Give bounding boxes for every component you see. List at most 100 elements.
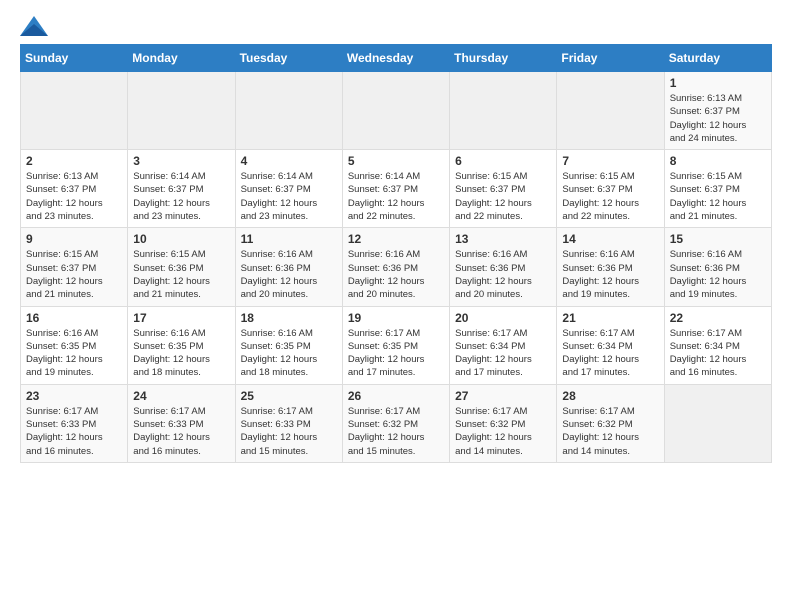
page-header (20, 16, 772, 36)
calendar-cell: 13 Sunrise: 6:16 AM Sunset: 6:36 PM Dayli… (450, 228, 557, 306)
weekday-header-saturday: Saturday (664, 45, 771, 72)
day-info: Sunrise: 6:17 AM Sunset: 6:32 PM Dayligh… (348, 405, 444, 458)
day-number: 18 (241, 311, 337, 325)
day-number: 14 (562, 232, 658, 246)
day-info: Sunrise: 6:16 AM Sunset: 6:36 PM Dayligh… (348, 248, 444, 301)
calendar-cell: 19Sunrise: 6:17 AM Sunset: 6:35 PM Dayli… (342, 306, 449, 384)
day-info: Sunrise: 6:17 AM Sunset: 6:34 PM Dayligh… (670, 327, 766, 380)
day-number: 3 (133, 154, 229, 168)
calendar-cell (557, 72, 664, 150)
day-info: Sunrise: 6:15 AM Sunset: 6:37 PM Dayligh… (562, 170, 658, 223)
weekday-header-thursday: Thursday (450, 45, 557, 72)
weekday-header-monday: Monday (128, 45, 235, 72)
day-number: 2 (26, 154, 122, 168)
calendar-cell: 16 Sunrise: 6:16 AM Sunset: 6:35 PM Dayli… (21, 306, 128, 384)
calendar-cell: 9Sunrise: 6:15 AM Sunset: 6:37 PM Daylig… (21, 228, 128, 306)
day-info: Sunrise: 6:17 AM Sunset: 6:34 PM Dayligh… (455, 327, 551, 380)
day-number: 27 (455, 389, 551, 403)
day-number: 28 (562, 389, 658, 403)
day-number: 1 (670, 76, 766, 90)
weekday-header-sunday: Sunday (21, 45, 128, 72)
day-info: Sunrise: 6:17 AM Sunset: 6:33 PM Dayligh… (26, 405, 122, 458)
day-info: Sunrise: 6:14 AM Sunset: 6:37 PM Dayligh… (348, 170, 444, 223)
calendar-cell: 12Sunrise: 6:16 AM Sunset: 6:36 PM Dayli… (342, 228, 449, 306)
calendar-cell: 6 Sunrise: 6:15 AM Sunset: 6:37 PM Daylig… (450, 150, 557, 228)
day-number: 13 (455, 232, 551, 246)
calendar-week-1: 1 Sunrise: 6:13 AM Sunset: 6:37 PM Daylig… (21, 72, 772, 150)
day-number: 15 (670, 232, 766, 246)
calendar-cell: 26 Sunrise: 6:17 AM Sunset: 6:32 PM Dayli… (342, 384, 449, 462)
calendar-cell: 2 Sunrise: 6:13 AM Sunset: 6:37 PM Daylig… (21, 150, 128, 228)
day-number: 5 (348, 154, 444, 168)
calendar-cell: 24 Sunrise: 6:17 AM Sunset: 6:33 PM Dayli… (128, 384, 235, 462)
day-number: 7 (562, 154, 658, 168)
day-number: 24 (133, 389, 229, 403)
calendar-week-4: 16 Sunrise: 6:16 AM Sunset: 6:35 PM Dayli… (21, 306, 772, 384)
calendar: SundayMondayTuesdayWednesdayThursdayFrid… (20, 44, 772, 463)
day-info: Sunrise: 6:16 AM Sunset: 6:36 PM Dayligh… (670, 248, 766, 301)
calendar-week-5: 23 Sunrise: 6:17 AM Sunset: 6:33 PM Dayli… (21, 384, 772, 462)
calendar-week-2: 2 Sunrise: 6:13 AM Sunset: 6:37 PM Daylig… (21, 150, 772, 228)
calendar-cell (128, 72, 235, 150)
calendar-cell: 25 Sunrise: 6:17 AM Sunset: 6:33 PM Dayli… (235, 384, 342, 462)
day-info: Sunrise: 6:16 AM Sunset: 6:35 PM Dayligh… (241, 327, 337, 380)
calendar-week-3: 9Sunrise: 6:15 AM Sunset: 6:37 PM Daylig… (21, 228, 772, 306)
calendar-cell (21, 72, 128, 150)
calendar-cell: 3 Sunrise: 6:14 AM Sunset: 6:37 PM Daylig… (128, 150, 235, 228)
day-number: 20 (455, 311, 551, 325)
day-info: Sunrise: 6:17 AM Sunset: 6:34 PM Dayligh… (562, 327, 658, 380)
day-info: Sunrise: 6:16 AM Sunset: 6:36 PM Dayligh… (562, 248, 658, 301)
day-info: Sunrise: 6:14 AM Sunset: 6:37 PM Dayligh… (133, 170, 229, 223)
day-number: 17 (133, 311, 229, 325)
day-info: Sunrise: 6:13 AM Sunset: 6:37 PM Dayligh… (26, 170, 122, 223)
day-number: 26 (348, 389, 444, 403)
day-number: 8 (670, 154, 766, 168)
calendar-cell (342, 72, 449, 150)
day-info: Sunrise: 6:16 AM Sunset: 6:35 PM Dayligh… (133, 327, 229, 380)
calendar-cell: 20 Sunrise: 6:17 AM Sunset: 6:34 PM Dayli… (450, 306, 557, 384)
day-info: Sunrise: 6:15 AM Sunset: 6:37 PM Dayligh… (455, 170, 551, 223)
day-number: 11 (241, 232, 337, 246)
calendar-cell: 23 Sunrise: 6:17 AM Sunset: 6:33 PM Dayli… (21, 384, 128, 462)
calendar-cell: 4Sunrise: 6:14 AM Sunset: 6:37 PM Daylig… (235, 150, 342, 228)
calendar-cell: 14 Sunrise: 6:16 AM Sunset: 6:36 PM Dayli… (557, 228, 664, 306)
day-info: Sunrise: 6:17 AM Sunset: 6:33 PM Dayligh… (133, 405, 229, 458)
day-info: Sunrise: 6:15 AM Sunset: 6:37 PM Dayligh… (26, 248, 122, 301)
calendar-cell: 15 Sunrise: 6:16 AM Sunset: 6:36 PM Dayli… (664, 228, 771, 306)
day-info: Sunrise: 6:17 AM Sunset: 6:32 PM Dayligh… (562, 405, 658, 458)
day-info: Sunrise: 6:16 AM Sunset: 6:36 PM Dayligh… (241, 248, 337, 301)
day-info: Sunrise: 6:17 AM Sunset: 6:32 PM Dayligh… (455, 405, 551, 458)
calendar-cell: 5 Sunrise: 6:14 AM Sunset: 6:37 PM Daylig… (342, 150, 449, 228)
day-info: Sunrise: 6:14 AM Sunset: 6:37 PM Dayligh… (241, 170, 337, 223)
day-number: 22 (670, 311, 766, 325)
day-info: Sunrise: 6:16 AM Sunset: 6:35 PM Dayligh… (26, 327, 122, 380)
day-number: 25 (241, 389, 337, 403)
calendar-cell: 11 Sunrise: 6:16 AM Sunset: 6:36 PM Dayli… (235, 228, 342, 306)
day-info: Sunrise: 6:15 AM Sunset: 6:36 PM Dayligh… (133, 248, 229, 301)
calendar-cell: 7 Sunrise: 6:15 AM Sunset: 6:37 PM Daylig… (557, 150, 664, 228)
weekday-header-wednesday: Wednesday (342, 45, 449, 72)
calendar-body: 1 Sunrise: 6:13 AM Sunset: 6:37 PM Daylig… (21, 72, 772, 463)
logo-icon (20, 16, 48, 36)
calendar-cell: 17 Sunrise: 6:16 AM Sunset: 6:35 PM Dayli… (128, 306, 235, 384)
day-info: Sunrise: 6:13 AM Sunset: 6:37 PM Dayligh… (670, 92, 766, 145)
calendar-cell: 21Sunrise: 6:17 AM Sunset: 6:34 PM Dayli… (557, 306, 664, 384)
calendar-cell: 10 Sunrise: 6:15 AM Sunset: 6:36 PM Dayli… (128, 228, 235, 306)
logo (20, 16, 52, 36)
calendar-cell (664, 384, 771, 462)
calendar-cell: 8 Sunrise: 6:15 AM Sunset: 6:37 PM Daylig… (664, 150, 771, 228)
calendar-cell: 1 Sunrise: 6:13 AM Sunset: 6:37 PM Daylig… (664, 72, 771, 150)
day-info: Sunrise: 6:16 AM Sunset: 6:36 PM Dayligh… (455, 248, 551, 301)
calendar-cell: 18 Sunrise: 6:16 AM Sunset: 6:35 PM Dayli… (235, 306, 342, 384)
day-info: Sunrise: 6:17 AM Sunset: 6:33 PM Dayligh… (241, 405, 337, 458)
day-info: Sunrise: 6:17 AM Sunset: 6:35 PM Dayligh… (348, 327, 444, 380)
calendar-cell (235, 72, 342, 150)
day-info: Sunrise: 6:15 AM Sunset: 6:37 PM Dayligh… (670, 170, 766, 223)
day-number: 16 (26, 311, 122, 325)
day-number: 23 (26, 389, 122, 403)
day-number: 10 (133, 232, 229, 246)
calendar-cell (450, 72, 557, 150)
day-number: 6 (455, 154, 551, 168)
calendar-header-row: SundayMondayTuesdayWednesdayThursdayFrid… (21, 45, 772, 72)
calendar-cell: 22 Sunrise: 6:17 AM Sunset: 6:34 PM Dayli… (664, 306, 771, 384)
